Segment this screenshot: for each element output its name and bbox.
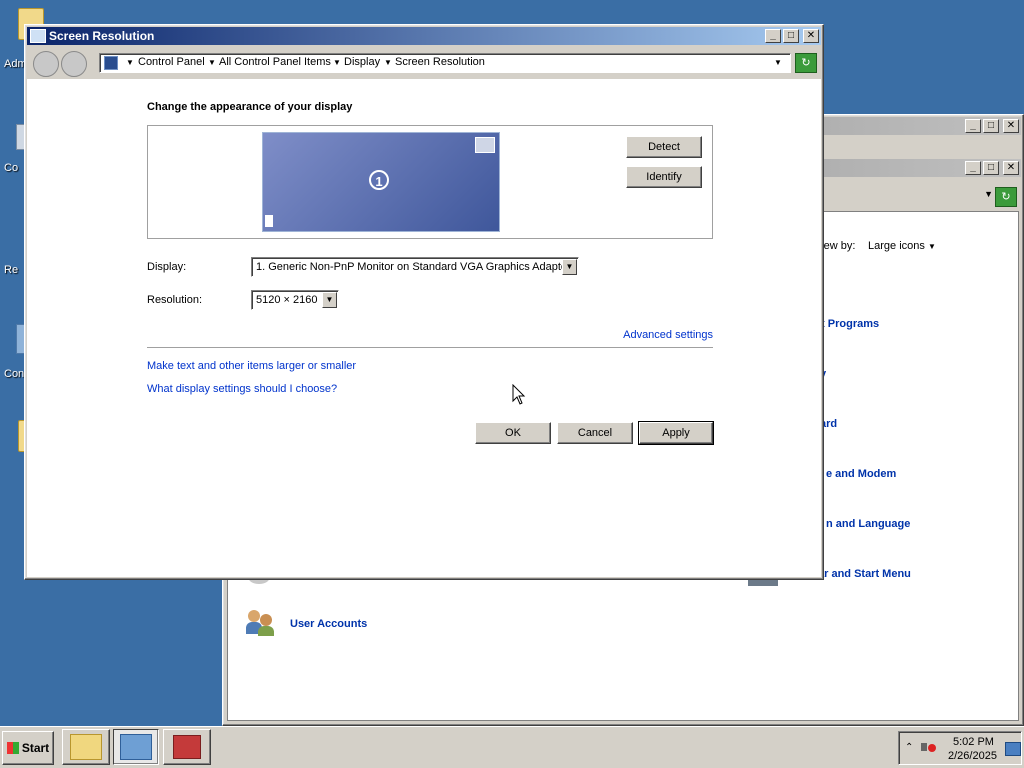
- resolution-select[interactable]: 5120 × 2160 ▼: [251, 290, 339, 310]
- start-mini-icon: [265, 215, 273, 227]
- forward-button[interactable]: [61, 51, 87, 77]
- window-title: Screen Resolution: [49, 29, 155, 43]
- breadcrumb-item[interactable]: Control Panel: [138, 54, 205, 70]
- minimize-button[interactable]: _: [765, 29, 781, 43]
- taskbar: Start ⌃ 5:02 PM 2/26/2025: [0, 726, 1024, 768]
- desktop-icon-label: Co: [4, 162, 19, 174]
- breadcrumb[interactable]: ▼ Control Panel ▼ All Control Panel Item…: [99, 53, 791, 73]
- screen-resolution-window[interactable]: Screen Resolution _ □ ✕ ▼ Control Panel …: [24, 24, 824, 580]
- cp-item-taskbar-start[interactable]: ar and Start Menu: [818, 568, 911, 580]
- taskbar-control-panel-button[interactable]: [113, 729, 159, 765]
- chevron-down-icon[interactable]: ▼: [774, 55, 782, 71]
- toolbox-icon: [173, 735, 201, 759]
- start-button[interactable]: Start: [2, 731, 54, 765]
- breadcrumb-separator[interactable]: ▼: [333, 55, 341, 71]
- divider: [147, 347, 713, 348]
- detect-button[interactable]: Detect: [626, 136, 702, 158]
- minimize-button[interactable]: _: [965, 119, 981, 133]
- clock-time[interactable]: 5:02 PM: [953, 736, 994, 748]
- control-panel-icon: [120, 734, 152, 760]
- show-desktop-icon[interactable]: [1005, 742, 1021, 756]
- display-window-icon: [30, 29, 46, 43]
- taskbar-explorer-button[interactable]: [62, 729, 110, 765]
- desktop-icon-label: Re: [4, 264, 19, 276]
- window-titlebar[interactable]: Screen Resolution _ □ ✕: [27, 27, 821, 45]
- close-button[interactable]: ✕: [1003, 161, 1019, 175]
- dropdown-arrow-icon[interactable]: ▼: [984, 189, 993, 199]
- maximize-button[interactable]: □: [983, 119, 999, 133]
- monitor-number: 1: [369, 170, 389, 190]
- taskbar-mini-icon: [475, 137, 495, 153]
- monitor-1[interactable]: 1: [262, 132, 500, 232]
- display-select-value: 1. Generic Non-PnP Monitor on Standard V…: [256, 261, 571, 273]
- maximize-button[interactable]: □: [983, 161, 999, 175]
- text-size-link[interactable]: Make text and other items larger or smal…: [147, 360, 356, 372]
- control-panel-icon: [104, 56, 118, 70]
- display-select[interactable]: 1. Generic Non-PnP Monitor on Standard V…: [251, 257, 579, 277]
- start-label: Start: [21, 741, 50, 755]
- display-label: Display:: [147, 261, 187, 273]
- view-by-value[interactable]: Large icons ▼: [868, 240, 936, 252]
- refresh-icon[interactable]: ↻: [795, 53, 817, 73]
- page-title: Change the appearance of your display: [147, 101, 353, 113]
- breadcrumb-item[interactable]: Display: [344, 54, 380, 70]
- taskbar-toolbox-button[interactable]: [163, 729, 211, 765]
- breadcrumb-separator[interactable]: ▼: [384, 55, 392, 71]
- cp-item-default-programs[interactable]: lt Programs: [818, 318, 879, 330]
- breadcrumb-separator[interactable]: ▼: [126, 55, 134, 71]
- breadcrumb-item[interactable]: Screen Resolution: [395, 54, 485, 70]
- chevron-down-icon[interactable]: ▼: [562, 259, 577, 275]
- close-button[interactable]: ✕: [803, 29, 819, 43]
- cp-item-region-language[interactable]: n and Language: [826, 518, 910, 530]
- cancel-button[interactable]: Cancel: [557, 422, 633, 444]
- desktop-icon-label: Con: [4, 368, 25, 380]
- volume-muted-icon[interactable]: [921, 740, 936, 754]
- mouse-cursor-icon: [512, 384, 526, 405]
- minimize-button[interactable]: _: [965, 161, 981, 175]
- user-accounts-icon: [246, 608, 276, 638]
- resolution-select-value: 5120 × 2160: [256, 294, 318, 306]
- back-button[interactable]: [33, 51, 59, 77]
- clock-date[interactable]: 2/26/2025: [948, 750, 997, 762]
- refresh-icon[interactable]: ↻: [995, 187, 1017, 207]
- apply-button[interactable]: Apply: [638, 421, 714, 445]
- breadcrumb-item[interactable]: All Control Panel Items: [219, 54, 331, 70]
- advanced-settings-link[interactable]: Advanced settings: [623, 329, 713, 341]
- window-content: Change the appearance of your display 1 …: [27, 79, 821, 577]
- identify-button[interactable]: Identify: [626, 166, 702, 188]
- close-button[interactable]: ✕: [1003, 119, 1019, 133]
- folder-icon: [70, 734, 102, 760]
- maximize-button[interactable]: □: [783, 29, 799, 43]
- windows-logo-icon: [6, 742, 19, 754]
- system-tray: ⌃ 5:02 PM 2/26/2025: [898, 731, 1022, 765]
- ok-button[interactable]: OK: [475, 422, 551, 444]
- cp-item-phone-modem[interactable]: e and Modem: [826, 468, 896, 480]
- display-settings-help-link[interactable]: What display settings should I choose?: [147, 383, 337, 395]
- resolution-label: Resolution:: [147, 294, 203, 306]
- breadcrumb-separator[interactable]: ▼: [208, 55, 216, 71]
- monitor-preview-panel: 1 Detect Identify: [147, 125, 713, 239]
- chevron-up-icon[interactable]: ⌃: [905, 742, 913, 753]
- cp-item-user-accounts[interactable]: User Accounts: [290, 618, 367, 630]
- address-bar: ▼ Control Panel ▼ All Control Panel Item…: [27, 47, 821, 79]
- chevron-down-icon: ▼: [927, 242, 936, 251]
- chevron-down-icon[interactable]: ▼: [322, 292, 337, 308]
